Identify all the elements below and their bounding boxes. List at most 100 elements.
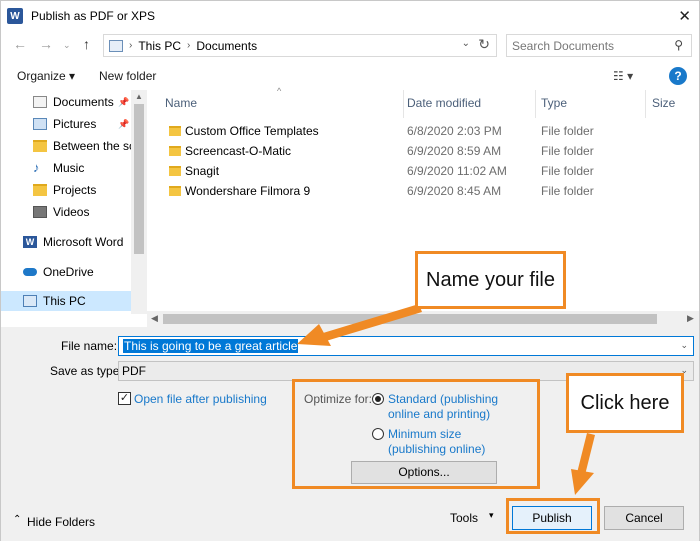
sidebar-item-label: Videos: [53, 205, 90, 219]
folder-icon: [33, 184, 47, 196]
help-icon[interactable]: ?: [669, 67, 687, 85]
open-after-checkbox[interactable]: ✓: [118, 392, 131, 405]
column-header-date[interactable]: Date modified: [407, 96, 481, 110]
navigation-bar: ← → ⌄ ↑ › This PC › Documents ⌄ ↻ Search…: [1, 32, 699, 60]
folder-icon: [169, 146, 181, 156]
pictures-icon: [33, 118, 47, 130]
scroll-right-icon[interactable]: ▶: [687, 313, 694, 324]
file-row[interactable]: Snagit 6/9/2020 11:02 AM File folder: [147, 162, 699, 182]
chevron-down-icon[interactable]: ▾: [489, 510, 494, 521]
file-name: Wondershare Filmora 9: [185, 184, 311, 198]
cloud-icon: [23, 268, 37, 276]
navigation-pane: Documents 📌 Pictures 📌 Between the scri …: [1, 90, 131, 314]
file-date: 6/9/2020 11:02 AM: [407, 164, 507, 178]
sidebar-item-label: This PC: [43, 294, 86, 308]
up-arrow-icon[interactable]: ↑: [83, 36, 90, 52]
close-icon[interactable]: ✕: [678, 7, 691, 25]
open-after-label[interactable]: Open file after publishing: [134, 392, 267, 406]
scrollbar-thumb[interactable]: [163, 314, 657, 324]
scroll-up-icon[interactable]: ▲: [135, 92, 143, 101]
file-type: File folder: [541, 164, 594, 178]
folder-icon: [169, 186, 181, 196]
sidebar-item-onedrive[interactable]: OneDrive: [1, 262, 131, 282]
sidebar-item-microsoft-word[interactable]: W Microsoft Word: [1, 232, 131, 252]
chevron-down-icon[interactable]: ⌄: [462, 38, 470, 49]
scroll-left-icon[interactable]: ◀: [151, 313, 158, 324]
save-type-label: Save as type:: [50, 364, 123, 378]
nav-scrollbar[interactable]: ▲: [131, 90, 147, 314]
column-divider[interactable]: [645, 90, 646, 118]
file-name: Custom Office Templates: [185, 124, 319, 138]
sidebar-item-label: Between the scri: [53, 139, 131, 153]
sidebar-item-this-pc[interactable]: This PC: [1, 291, 131, 311]
videos-icon: [33, 206, 47, 218]
sort-ascending-icon: ^: [277, 86, 282, 96]
file-row[interactable]: Custom Office Templates 6/8/2020 2:03 PM…: [147, 122, 699, 142]
publish-highlight-box: [506, 498, 600, 534]
optimize-highlight-box: [292, 379, 540, 489]
pin-icon: 📌: [118, 119, 130, 129]
documents-icon: [33, 96, 47, 108]
folder-icon: [33, 140, 47, 152]
refresh-icon[interactable]: ↻: [478, 36, 490, 53]
chevron-down-icon[interactable]: ⌄: [680, 340, 688, 351]
window-title: Publish as PDF or XPS: [31, 9, 156, 23]
address-bar[interactable]: › This PC › Documents ⌄ ↻: [103, 34, 497, 57]
folder-icon: [169, 126, 181, 136]
file-row[interactable]: Screencast-O-Matic 6/9/2020 8:59 AM File…: [147, 142, 699, 162]
sidebar-item-label: Microsoft Word: [43, 235, 124, 249]
sidebar-item-between-the-scripts[interactable]: Between the scri: [1, 136, 131, 156]
sidebar-item-music[interactable]: ♪ Music: [1, 158, 131, 178]
command-bar: Organize ▾ New folder ☷ ▾ ?: [1, 63, 699, 89]
pin-icon: 📌: [118, 97, 130, 107]
search-icon: ⚲: [674, 38, 683, 52]
sidebar-item-label: OneDrive: [43, 265, 94, 279]
chevron-right-icon: ›: [129, 40, 133, 51]
column-header-name[interactable]: Name: [165, 96, 197, 110]
name-file-callout: Name your file: [415, 251, 566, 309]
breadcrumb-documents[interactable]: Documents: [196, 39, 257, 53]
sidebar-item-videos[interactable]: Videos: [1, 202, 131, 222]
search-input[interactable]: Search Documents ⚲: [506, 34, 692, 57]
recent-chevron-icon[interactable]: ⌄: [63, 40, 71, 51]
computer-icon: [23, 295, 37, 307]
sidebar-item-documents[interactable]: Documents 📌: [1, 92, 131, 112]
search-placeholder: Search Documents: [512, 38, 615, 53]
file-date: 6/9/2020 8:45 AM: [407, 184, 502, 198]
publish-dialog: W Publish as PDF or XPS ✕ ← → ⌄ ↑ › This…: [0, 0, 700, 541]
sidebar-item-label: Pictures: [53, 117, 97, 131]
column-divider[interactable]: [535, 90, 536, 118]
organize-button[interactable]: Organize ▾: [17, 69, 75, 83]
forward-arrow-icon[interactable]: →: [39, 36, 53, 52]
sidebar-item-pictures[interactable]: Pictures 📌: [1, 114, 131, 134]
file-name-label: File name:: [61, 339, 118, 353]
tools-button[interactable]: Tools: [450, 511, 478, 525]
file-name-input[interactable]: This is going to be a great article ⌄: [118, 336, 694, 356]
new-folder-button[interactable]: New folder: [99, 69, 156, 83]
file-row[interactable]: Wondershare Filmora 9 6/9/2020 8:45 AM F…: [147, 182, 699, 202]
cancel-button[interactable]: Cancel: [604, 506, 684, 530]
click-here-callout: Click here: [566, 373, 684, 433]
column-header-type[interactable]: Type: [541, 96, 567, 110]
file-name: Snagit: [185, 164, 220, 178]
chevron-right-icon: ›: [187, 40, 191, 51]
sidebar-item-label: Music: [53, 161, 85, 175]
folder-icon: [169, 166, 181, 176]
file-list-scrollbar[interactable]: ◀ ▶: [147, 311, 699, 327]
scrollbar-thumb[interactable]: [134, 104, 144, 254]
file-type: File folder: [541, 144, 594, 158]
back-arrow-icon[interactable]: ←: [13, 36, 27, 52]
view-options-icon[interactable]: ☷ ▾: [613, 69, 633, 83]
sidebar-item-projects[interactable]: Projects: [1, 180, 131, 200]
hide-folders-button[interactable]: Hide Folders: [27, 515, 95, 529]
file-name-value: This is going to be a great article: [123, 339, 299, 353]
computer-icon: [109, 39, 123, 52]
file-date: 6/9/2020 8:59 AM: [407, 144, 502, 158]
sidebar-item-label: Projects: [53, 183, 97, 197]
chevron-up-icon[interactable]: ⌃: [13, 514, 21, 525]
breadcrumb-this-pc[interactable]: This PC: [138, 39, 181, 53]
file-type: File folder: [541, 184, 594, 198]
column-divider[interactable]: [403, 90, 404, 118]
title-bar: W Publish as PDF or XPS ✕: [1, 1, 699, 31]
column-header-size[interactable]: Size: [652, 96, 675, 110]
